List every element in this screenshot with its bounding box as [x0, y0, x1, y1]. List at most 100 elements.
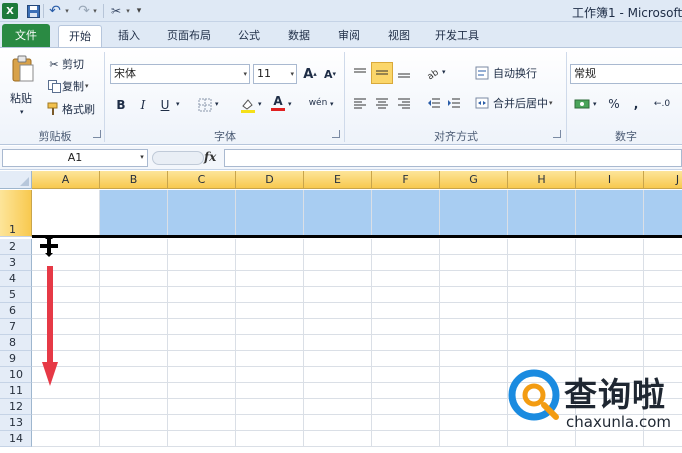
row-header-1[interactable]: 1 [0, 190, 32, 237]
cell-f2[interactable] [372, 239, 440, 255]
accounting-format-icon[interactable] [572, 94, 592, 114]
tab-home[interactable]: 开始 [58, 25, 102, 47]
underline-button[interactable]: U [155, 95, 175, 115]
cell-i5[interactable] [576, 287, 644, 303]
formula-bar-splitter[interactable] [152, 151, 204, 165]
tab-developer[interactable]: 开发工具 [428, 25, 486, 47]
tab-view[interactable]: 视图 [380, 25, 418, 47]
cell-d9[interactable] [236, 351, 304, 367]
cell-c10[interactable] [168, 367, 236, 383]
cell-f12[interactable] [372, 399, 440, 415]
cell-d12[interactable] [236, 399, 304, 415]
column-header-e[interactable]: E [304, 171, 372, 189]
align-right-icon[interactable] [394, 93, 414, 113]
row-header-10[interactable]: 10 [0, 367, 32, 383]
borders-icon[interactable] [195, 95, 215, 115]
row-header-11[interactable]: 11 [0, 383, 32, 399]
select-all-button[interactable] [0, 171, 32, 189]
cell-e11[interactable] [304, 383, 372, 399]
cell-i3[interactable] [576, 255, 644, 271]
cell-g14[interactable] [440, 431, 508, 447]
cell-j5[interactable] [644, 287, 682, 303]
cell-c7[interactable] [168, 319, 236, 335]
cell-i4[interactable] [576, 271, 644, 287]
cell-h2[interactable] [508, 239, 576, 255]
copy-button[interactable]: 复制 ▾ [46, 78, 89, 94]
accounting-dropdown-icon[interactable]: ▾ [593, 100, 597, 108]
cell-j14[interactable] [644, 431, 682, 447]
font-color-dropdown-icon[interactable]: ▾ [288, 100, 292, 108]
underline-dropdown-icon[interactable]: ▾ [176, 100, 180, 108]
cell-e6[interactable] [304, 303, 372, 319]
cell-g2[interactable] [440, 239, 508, 255]
cell-f8[interactable] [372, 335, 440, 351]
font-size-dropdown-icon[interactable]: ▾ [290, 65, 294, 83]
tab-review[interactable]: 审阅 [330, 25, 368, 47]
row-header-3[interactable]: 3 [0, 255, 32, 271]
shrink-font-icon[interactable]: A ▾ [320, 64, 340, 84]
cell-b6[interactable] [100, 303, 168, 319]
tab-insert[interactable]: 插入 [110, 25, 148, 47]
cell-b4[interactable] [100, 271, 168, 287]
column-header-i[interactable]: I [576, 171, 644, 189]
cell-b8[interactable] [100, 335, 168, 351]
cell-c12[interactable] [168, 399, 236, 415]
cell-f10[interactable] [372, 367, 440, 383]
cell-c1[interactable] [168, 190, 236, 237]
paste-icon[interactable] [8, 54, 38, 84]
cell-i1[interactable] [576, 190, 644, 237]
name-box-dropdown-icon[interactable]: ▾ [136, 149, 148, 167]
phonetic-guide-icon[interactable]: wén [306, 93, 330, 113]
cell-g10[interactable] [440, 367, 508, 383]
wrap-text-button[interactable]: 自动换行 [474, 65, 537, 81]
copy-dropdown-icon[interactable]: ▾ [85, 82, 89, 90]
cell-f5[interactable] [372, 287, 440, 303]
cell-b2[interactable] [100, 239, 168, 255]
customize-quick-access-icon[interactable]: ▾ [134, 3, 144, 19]
font-name-combo[interactable]: 宋体 ▾ [110, 64, 250, 84]
row-header-2[interactable]: 2 [0, 239, 32, 255]
cell-c4[interactable] [168, 271, 236, 287]
cell-b12[interactable] [100, 399, 168, 415]
row-header-7[interactable]: 7 [0, 319, 32, 335]
cell-e3[interactable] [304, 255, 372, 271]
cell-b5[interactable] [100, 287, 168, 303]
cell-b9[interactable] [100, 351, 168, 367]
cell-f6[interactable] [372, 303, 440, 319]
cell-b11[interactable] [100, 383, 168, 399]
cell-a14[interactable] [32, 431, 100, 447]
cell-j7[interactable] [644, 319, 682, 335]
cell-f9[interactable] [372, 351, 440, 367]
cell-j3[interactable] [644, 255, 682, 271]
cell-e2[interactable] [304, 239, 372, 255]
cell-d5[interactable] [236, 287, 304, 303]
cell-e8[interactable] [304, 335, 372, 351]
merge-center-dropdown-icon[interactable]: ▾ [549, 99, 553, 107]
cell-f7[interactable] [372, 319, 440, 335]
row-header-5[interactable]: 5 [0, 287, 32, 303]
cell-i8[interactable] [576, 335, 644, 351]
cell-e10[interactable] [304, 367, 372, 383]
cell-h7[interactable] [508, 319, 576, 335]
column-header-b[interactable]: B [100, 171, 168, 189]
row-header-6[interactable]: 6 [0, 303, 32, 319]
column-header-c[interactable]: C [168, 171, 236, 189]
cell-d1[interactable] [236, 190, 304, 237]
cell-g13[interactable] [440, 415, 508, 431]
cell-h4[interactable] [508, 271, 576, 287]
tools-dropdown-icon[interactable]: ▾ [124, 3, 132, 19]
cell-d6[interactable] [236, 303, 304, 319]
cell-e12[interactable] [304, 399, 372, 415]
row-header-13[interactable]: 13 [0, 415, 32, 431]
undo-icon[interactable]: ↶ [48, 3, 62, 19]
tab-formulas[interactable]: 公式 [230, 25, 268, 47]
tab-file[interactable]: 文件 [2, 24, 50, 47]
redo-dropdown-icon[interactable]: ▾ [91, 3, 99, 19]
column-header-d[interactable]: D [236, 171, 304, 189]
formula-input[interactable] [224, 149, 682, 167]
orientation-dropdown-icon[interactable]: ▾ [442, 68, 446, 76]
font-dialog-launcher-icon[interactable] [332, 130, 340, 138]
cell-c13[interactable] [168, 415, 236, 431]
cell-e4[interactable] [304, 271, 372, 287]
cell-j4[interactable] [644, 271, 682, 287]
